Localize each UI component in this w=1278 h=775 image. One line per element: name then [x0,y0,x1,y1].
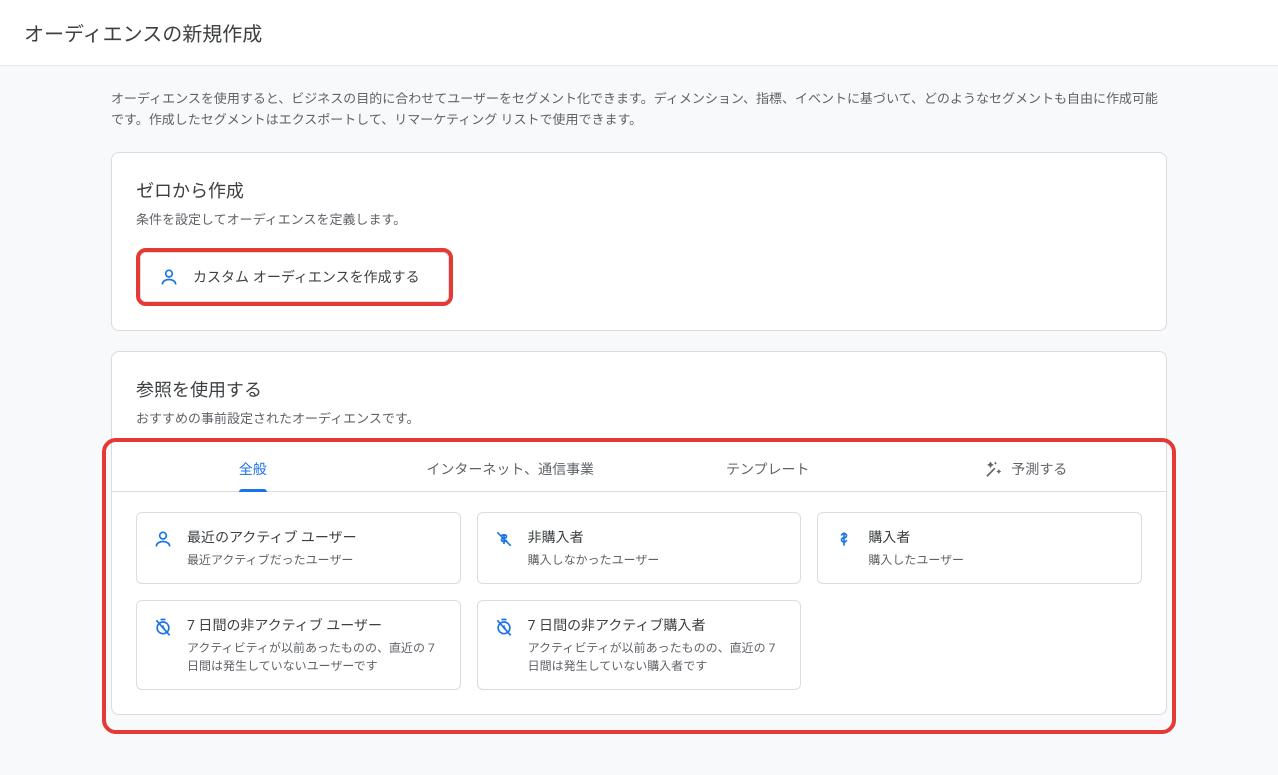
reference-card-subtitle: おすすめの事前設定されたオーディエンスです。 [136,408,1142,427]
create-from-scratch-card: ゼロから作成 条件を設定してオーディエンスを定義します。 カスタム オーディエン… [111,152,1167,331]
page-header: オーディエンスの新規作成 [0,0,1278,66]
tab-general[interactable]: 全般 [124,447,382,491]
main-content: オーディエンスを使用すると、ビジネスの目的に合わせてユーザーをセグメント化できま… [0,66,1278,775]
dollar-icon [834,527,854,569]
person-icon [159,267,179,287]
tile-7day-inactive-purchasers[interactable]: 7 日間の非アクティブ購入者 アクティビティが以前あったものの、直近の 7 日間… [477,600,802,690]
tile-purchasers[interactable]: 購入者 購入したユーザー [817,512,1142,584]
create-custom-audience-label: カスタム オーディエンスを作成する [193,267,420,287]
tile-title: 非購入者 [528,527,660,547]
tile-7day-inactive-users[interactable]: 7 日間の非アクティブ ユーザー アクティビティが以前あったものの、直近の 7 … [136,600,461,690]
tile-desc: 最近アクティブだったユーザー [187,551,357,569]
use-reference-card: 参照を使用する おすすめの事前設定されたオーディエンスです。 全般 インターネッ… [111,351,1167,715]
tab-general-label: 全般 [239,459,267,479]
highlight-marker: カスタム オーディエンスを作成する [136,248,453,306]
scratch-card-subtitle: 条件を設定してオーディエンスを定義します。 [136,209,1142,228]
tile-desc: 購入しなかったユーザー [528,551,660,569]
tile-title: 7 日間の非アクティブ ユーザー [187,615,444,635]
tiles-grid: 最近のアクティブ ユーザー 最近アクティブだったユーザー 非購入者 購入しなかっ… [136,512,1142,690]
tile-desc: アクティビティが以前あったものの、直近の 7 日間は発生していない購入者です [528,639,785,675]
tile-desc: 購入したユーザー [868,551,964,569]
tab-predict-label: 予測する [1011,459,1067,479]
create-custom-audience-button[interactable]: カスタム オーディエンスを作成する [140,252,449,302]
reference-card-title: 参照を使用する [136,376,1142,402]
tab-templates[interactable]: テンプレート [639,447,897,491]
tile-title: 最近のアクティブ ユーザー [187,527,357,547]
person-icon [153,527,173,569]
tab-templates-label: テンプレート [726,459,810,479]
magic-wand-icon [983,459,1003,479]
tab-internet-telecom[interactable]: インターネット、通信事業 [382,447,640,491]
scratch-card-title: ゼロから作成 [136,177,1142,203]
tile-title: 購入者 [868,527,964,547]
tile-recent-active-users[interactable]: 最近のアクティブ ユーザー 最近アクティブだったユーザー [136,512,461,584]
clock-off-icon [153,615,173,675]
tile-desc: アクティビティが以前あったものの、直近の 7 日間は発生していないユーザーです [187,639,444,675]
tile-title: 7 日間の非アクティブ購入者 [528,615,785,635]
tab-predict[interactable]: 予測する [897,447,1155,491]
tab-internet-telecom-label: インターネット、通信事業 [426,459,594,479]
clock-off-icon [494,615,514,675]
intro-text: オーディエンスを使用すると、ビジネスの目的に合わせてユーザーをセグメント化できま… [111,90,1167,132]
no-money-icon [494,527,514,569]
reference-tabs: 全般 インターネット、通信事業 テンプレート 予測する [112,447,1166,492]
tile-non-purchasers[interactable]: 非購入者 購入しなかったユーザー [477,512,802,584]
page-title: オーディエンスの新規作成 [24,18,1254,47]
